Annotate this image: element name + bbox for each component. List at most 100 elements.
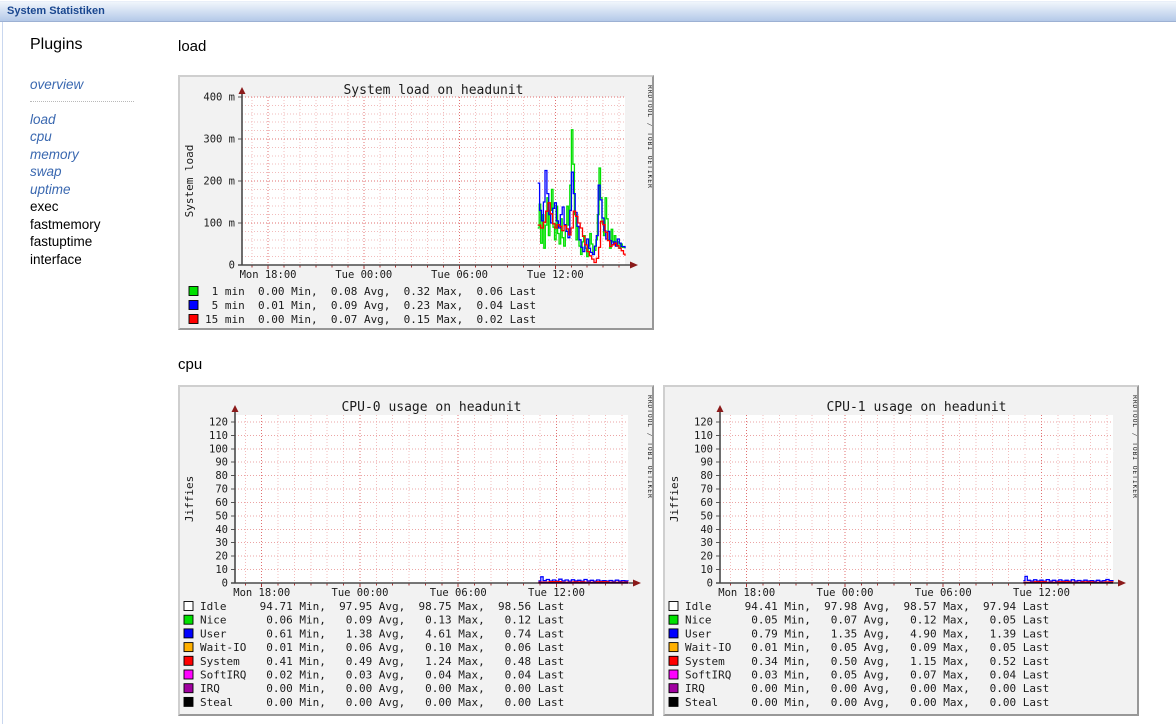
svg-text:10: 10 (700, 564, 713, 576)
svg-text:30: 30 (700, 537, 713, 549)
y-axis-label: Jiffies (668, 476, 681, 522)
svg-text:110: 110 (209, 430, 228, 442)
svg-text:Tue 06:00: Tue 06:00 (431, 269, 488, 281)
legend-swatch-irq (184, 684, 193, 693)
legend-row-softirq: SoftIRQ 0.03 Min, 0.05 Avg, 0.07 Max, 0.… (685, 669, 1049, 682)
cpu-1-headunit-graph: CPU-1 usage on headunitJiffiesRRDTOOL / … (663, 385, 1139, 716)
y-axis-label: System load (183, 145, 196, 218)
legend-row-system: System 0.41 Min, 0.49 Avg, 1.24 Max, 0.4… (200, 655, 564, 668)
legend-swatch-softirq (184, 670, 193, 679)
legend-swatch-idle (184, 602, 193, 611)
legend: 1 min 0.00 Min, 0.08 Avg, 0.32 Max, 0.06… (189, 285, 536, 326)
legend-swatch-5 min (189, 301, 198, 310)
sidebar: Plugins overview loadcpumemoryswapuptimee… (30, 36, 175, 268)
sidebar-item-exec: exec (30, 198, 175, 216)
legend-swatch-irq (669, 684, 678, 693)
sidebar-item-swap[interactable]: swap (30, 163, 175, 181)
svg-text:Tue 00:00: Tue 00:00 (817, 587, 874, 599)
svg-text:30: 30 (215, 537, 228, 549)
svg-text:100: 100 (209, 443, 228, 455)
legend-swatch-1 min (189, 287, 198, 296)
svg-text:Tue 12:00: Tue 12:00 (1013, 587, 1070, 599)
cpu-1-headunit-graph-image: CPU-1 usage on headunitJiffiesRRDTOOL / … (665, 387, 1137, 714)
legend-row-user: User 0.61 Min, 1.38 Avg, 4.61 Max, 0.74 … (200, 627, 564, 640)
legend-swatch-nice (184, 615, 193, 624)
svg-text:200 m: 200 m (203, 176, 235, 188)
svg-text:Tue 00:00: Tue 00:00 (332, 587, 389, 599)
svg-text:120: 120 (694, 416, 713, 428)
legend-row-steal: Steal 0.00 Min, 0.00 Avg, 0.00 Max, 0.00… (685, 696, 1049, 709)
svg-text:100: 100 (694, 443, 713, 455)
page-left-edge (2, 22, 3, 724)
legend-swatch-nice (669, 615, 678, 624)
legend-row-irq: IRQ 0.00 Min, 0.00 Avg, 0.00 Max, 0.00 L… (200, 682, 564, 695)
legend-row-system: System 0.34 Min, 0.50 Avg, 1.15 Max, 0.5… (685, 655, 1049, 668)
legend-row-idle: Idle 94.71 Min, 97.95 Avg, 98.75 Max, 98… (200, 600, 564, 613)
svg-text:110: 110 (694, 430, 713, 442)
legend-row-user: User 0.79 Min, 1.35 Avg, 4.90 Max, 1.39 … (685, 627, 1049, 640)
svg-text:20: 20 (700, 551, 713, 563)
cpu-0-headunit-graph-image: CPU-0 usage on headunitJiffiesRRDTOOL / … (180, 387, 652, 714)
sidebar-item-load[interactable]: load (30, 111, 175, 129)
svg-text:Mon 18:00: Mon 18:00 (718, 587, 775, 599)
legend: Idle 94.71 Min, 97.95 Avg, 98.75 Max, 98… (184, 600, 564, 709)
legend-row-wait-io: Wait-IO 0.01 Min, 0.05 Avg, 0.09 Max, 0.… (685, 641, 1049, 654)
section-heading-load: load (178, 38, 206, 55)
svg-text:Tue 00:00: Tue 00:00 (335, 269, 392, 281)
sidebar-divider (30, 101, 134, 102)
svg-text:70: 70 (700, 484, 713, 496)
chart-title: CPU-0 usage on headunit (341, 400, 521, 415)
svg-text:10: 10 (215, 564, 228, 576)
legend-row-15 min: 15 min 0.00 Min, 0.07 Avg, 0.15 Max, 0.0… (205, 313, 536, 326)
plugin-nav: overviewloadcpumemoryswapuptimeexecfastm… (30, 76, 175, 268)
main-content: loadSystem load on headunitSystem loadRR… (178, 0, 1158, 724)
legend-swatch-softirq (669, 670, 678, 679)
legend-swatch-system (669, 656, 678, 665)
plot-area (235, 415, 628, 583)
svg-text:120: 120 (209, 416, 228, 428)
section-heading-cpu: cpu (178, 356, 202, 373)
legend: Idle 94.41 Min, 97.98 Avg, 98.57 Max, 97… (669, 600, 1049, 709)
legend-row-nice: Nice 0.05 Min, 0.07 Avg, 0.12 Max, 0.05 … (685, 614, 1049, 627)
legend-swatch-wait-io (669, 643, 678, 652)
legend-swatch-steal (669, 697, 678, 706)
svg-text:20: 20 (215, 551, 228, 563)
svg-text:70: 70 (215, 484, 228, 496)
svg-text:Mon 18:00: Mon 18:00 (233, 587, 290, 599)
svg-text:40: 40 (700, 524, 713, 536)
legend-row-wait-io: Wait-IO 0.01 Min, 0.06 Avg, 0.10 Max, 0.… (200, 641, 564, 654)
svg-text:80: 80 (215, 470, 228, 482)
load-headunit-graph: System load on headunitSystem loadRRDTOO… (178, 75, 654, 330)
legend-swatch-idle (669, 602, 678, 611)
legend-swatch-wait-io (184, 643, 193, 652)
legend-row-irq: IRQ 0.00 Min, 0.00 Avg, 0.00 Max, 0.00 L… (685, 682, 1049, 695)
sidebar-heading: Plugins (30, 36, 175, 54)
svg-text:Mon 18:00: Mon 18:00 (240, 269, 297, 281)
legend-swatch-user (669, 629, 678, 638)
legend-row-nice: Nice 0.06 Min, 0.09 Avg, 0.13 Max, 0.12 … (200, 614, 564, 627)
svg-text:50: 50 (700, 510, 713, 522)
sidebar-item-overview[interactable]: overview (30, 76, 175, 94)
sidebar-item-interface: interface (30, 251, 175, 269)
y-axis-label: Jiffies (183, 476, 196, 522)
sidebar-item-memory[interactable]: memory (30, 146, 175, 164)
legend-row-5 min: 5 min 0.01 Min, 0.09 Avg, 0.23 Max, 0.04… (205, 299, 536, 312)
svg-text:60: 60 (215, 497, 228, 509)
sidebar-item-fastuptime: fastuptime (30, 233, 175, 251)
svg-text:400 m: 400 m (203, 92, 235, 104)
sidebar-item-cpu[interactable]: cpu (30, 128, 175, 146)
legend-row-idle: Idle 94.41 Min, 97.98 Avg, 98.57 Max, 97… (685, 600, 1049, 613)
svg-text:60: 60 (700, 497, 713, 509)
legend-swatch-steal (184, 697, 193, 706)
svg-text:Tue 06:00: Tue 06:00 (915, 587, 972, 599)
svg-text:40: 40 (215, 524, 228, 536)
plot-area (720, 415, 1113, 583)
svg-text:80: 80 (700, 470, 713, 482)
chart-title: System load on headunit (343, 83, 523, 98)
svg-text:Tue 12:00: Tue 12:00 (528, 587, 585, 599)
svg-text:0: 0 (229, 260, 235, 272)
svg-text:Tue 06:00: Tue 06:00 (430, 587, 487, 599)
svg-text:90: 90 (700, 457, 713, 469)
sidebar-item-uptime[interactable]: uptime (30, 181, 175, 199)
svg-text:300 m: 300 m (203, 134, 235, 146)
